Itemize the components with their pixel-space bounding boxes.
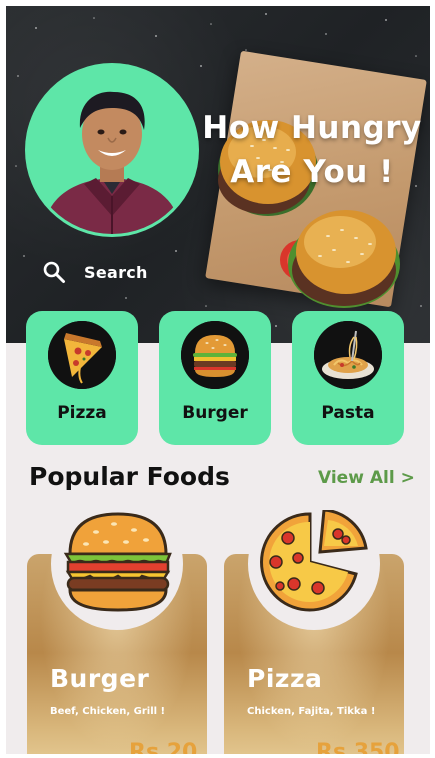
food-card-burger-desc: Beef, Chicken, Grill !: [50, 706, 166, 717]
user-avatar[interactable]: [28, 66, 196, 234]
food-card-pizza-price: Rs 350: [316, 740, 400, 754]
category-pizza-label: Pizza: [57, 403, 107, 423]
category-burger[interactable]: Burger: [159, 311, 271, 445]
pasta-icon: [314, 321, 382, 389]
category-pizza[interactable]: Pizza: [26, 311, 138, 445]
hero-banner: How Hungry Are You ! Search: [6, 6, 430, 343]
hero-headline-line2: Are You !: [230, 154, 394, 190]
food-card-pizza-desc: Chicken, Fajita, Tikka !: [247, 706, 376, 717]
view-all-link[interactable]: View All >: [318, 468, 415, 488]
burger-icon: [63, 512, 172, 612]
food-card-burger-price: Rs 20: [129, 740, 198, 754]
category-list: Pizza Burger Pasta: [26, 311, 406, 445]
food-card-pizza-name: Pizza: [247, 664, 323, 693]
search-icon: [43, 261, 65, 283]
search-label: Search: [84, 262, 148, 282]
hero-burger-bottom: [280, 210, 400, 308]
app-screen: How Hungry Are You ! Search Pizza Burger…: [6, 6, 430, 754]
category-pizza-image: [48, 321, 116, 389]
category-pasta[interactable]: Pasta: [292, 311, 404, 445]
popular-foods-title: Popular Foods: [29, 462, 230, 491]
pizza-icon: [260, 510, 368, 612]
search-field[interactable]: Search: [42, 258, 148, 286]
burger-icon: [181, 321, 249, 389]
category-burger-image: [181, 321, 249, 389]
pizza-slice-icon: [48, 321, 116, 389]
hero-headline-line1: How Hungry: [202, 110, 422, 146]
category-pasta-label: Pasta: [321, 403, 375, 423]
person-portrait-icon: [28, 66, 196, 234]
hero-headline: How Hungry Are You !: [202, 106, 422, 194]
category-pasta-image: [314, 321, 382, 389]
food-card-burger-name: Burger: [50, 664, 150, 693]
category-burger-label: Burger: [182, 403, 248, 423]
